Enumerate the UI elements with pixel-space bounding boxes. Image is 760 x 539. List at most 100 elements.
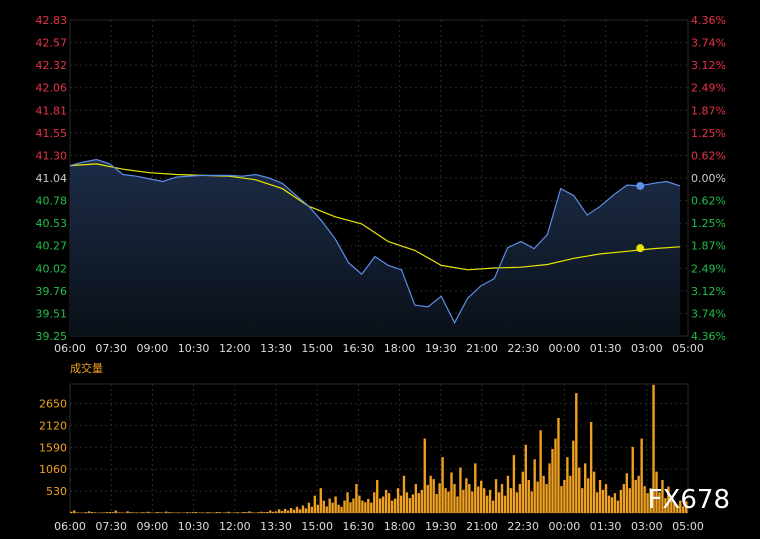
x-tick-label: 05:00: [672, 342, 704, 355]
volume-bar: [489, 490, 491, 513]
volume-bar: [328, 499, 330, 513]
volume-bar: [88, 511, 90, 513]
volume-bar: [302, 506, 304, 513]
right-tick-label: 3.74%: [691, 307, 726, 320]
volume-bar: [605, 484, 607, 513]
volume-bar: [397, 488, 399, 513]
volume-bar: [617, 501, 619, 513]
volume-bar: [608, 496, 610, 513]
x-tick-label: 22:30: [507, 342, 539, 355]
left-tick-label: 41.30: [36, 149, 68, 162]
volume-bar: [147, 512, 149, 513]
x-tick-label: 09:00: [137, 520, 169, 533]
volume-bar: [94, 512, 96, 513]
x-tick-label: 10:30: [178, 342, 210, 355]
volume-bar: [528, 480, 530, 513]
x-tick-label: 10:30: [178, 520, 210, 533]
volume-bar: [311, 507, 313, 513]
volume-bar: [415, 484, 417, 513]
volume-bar: [266, 512, 268, 513]
volume-bar: [195, 512, 197, 513]
volume-bar: [118, 512, 120, 513]
volume-bar: [587, 478, 589, 513]
volume-bar: [403, 476, 405, 513]
volume-bar: [364, 502, 366, 513]
left-tick-label: 42.57: [36, 37, 68, 50]
volume-bar: [406, 492, 408, 513]
volume-bar: [400, 496, 402, 513]
x-tick-label: 07:30: [95, 520, 127, 533]
volume-bar: [126, 511, 128, 513]
x-tick-label: 00:00: [549, 520, 581, 533]
volume-bar: [320, 488, 322, 513]
volume-bar: [409, 498, 411, 513]
volume-bar: [483, 488, 485, 513]
volume-bar: [361, 501, 363, 513]
volume-bar: [156, 512, 158, 513]
volume-bar: [498, 492, 500, 513]
volume-bar: [599, 480, 601, 513]
volume-bar: [462, 490, 464, 513]
volume-bar: [91, 512, 93, 513]
volume-bar: [326, 506, 328, 513]
volume-bar: [260, 512, 262, 513]
price-left-axis: 42.8342.5742.3242.0641.8141.5541.3041.04…: [36, 14, 68, 343]
volume-bar: [477, 487, 479, 513]
volume-bar: [495, 479, 497, 513]
volume-bar: [376, 480, 378, 513]
volume-bar: [355, 484, 357, 513]
volume-bar: [278, 509, 280, 513]
volume-bar: [210, 512, 212, 513]
volume-tick-label: 530: [46, 485, 67, 498]
volume-bar: [557, 418, 559, 513]
volume-bar: [129, 512, 131, 513]
volume-bar: [560, 486, 562, 513]
volume-bar: [251, 512, 253, 513]
volume-bar: [468, 484, 470, 513]
volume-bar: [602, 490, 604, 513]
volume-bar: [308, 503, 310, 513]
volume-bar: [103, 512, 105, 513]
volume-bar: [219, 512, 221, 513]
volume-bar: [620, 490, 622, 513]
volume-bar: [352, 499, 354, 513]
volume-bar: [412, 494, 414, 513]
left-tick-label: 42.32: [36, 59, 68, 72]
volume-bar: [590, 422, 592, 513]
volume-bar: [373, 492, 375, 513]
volume-bar: [73, 511, 75, 513]
volume-bar: [480, 481, 482, 513]
x-tick-label: 01:30: [590, 342, 622, 355]
volume-bar: [177, 512, 179, 513]
right-tick-label: 0.62%: [691, 195, 726, 208]
volume-bar: [510, 488, 512, 513]
volume-bar: [305, 508, 307, 513]
right-tick-label: 4.36%: [691, 14, 726, 27]
right-tick-label: 3.74%: [691, 37, 726, 50]
volume-bar: [531, 492, 533, 514]
volume-bar: [474, 463, 476, 513]
percent-right-axis: 4.36%3.74%3.12%2.49%1.87%1.25%0.62%0.00%…: [691, 14, 726, 343]
volume-bar: [296, 507, 298, 513]
right-tick-label: 1.25%: [691, 127, 726, 140]
volume-label: 成交量: [70, 361, 103, 375]
volume-bar: [438, 483, 440, 513]
volume-bar: [501, 484, 503, 513]
volume-bar: [314, 496, 316, 513]
volume-bar: [370, 503, 372, 513]
volume-bar: [349, 502, 351, 513]
volume-bar: [290, 508, 292, 513]
watermark: FX678: [648, 485, 730, 515]
volume-bar: [135, 512, 137, 513]
volume-bar: [593, 472, 595, 513]
volume-bar: [643, 486, 645, 513]
volume-bar: [248, 511, 250, 513]
volume-bar: [109, 512, 111, 513]
volume-tick-label: 1590: [39, 441, 67, 454]
x-tick-label: 07:30: [95, 342, 127, 355]
volume-bar: [548, 463, 550, 513]
volume-bar: [545, 484, 547, 513]
x-tick-label: 06:00: [54, 342, 86, 355]
volume-bar: [207, 512, 209, 513]
volume-bar: [225, 512, 227, 513]
